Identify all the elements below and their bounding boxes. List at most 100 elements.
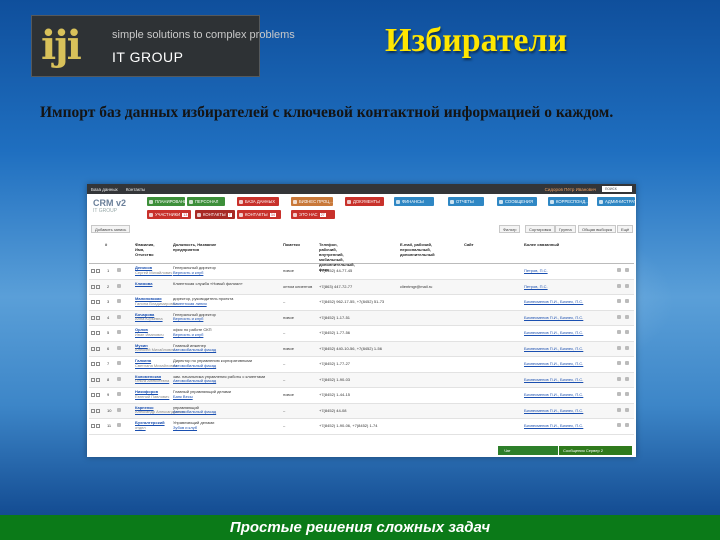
nav-tab-10[interactable]: АДМИНИСТРАТОР bbox=[597, 197, 635, 206]
table-row[interactable]: 8 Коломенская Ольга Алексеевна зам. начальн… bbox=[89, 372, 634, 388]
related-link[interactable]: Бизнесменов П.И., Бизнес, П.С. bbox=[524, 361, 583, 367]
organization-link[interactable]: Верность и клуб bbox=[173, 316, 216, 322]
delete-icon[interactable] bbox=[617, 345, 621, 350]
organization-link[interactable]: Банк Весы bbox=[173, 394, 231, 400]
table-row[interactable]: 10 Карпенко Александр Александрович управля… bbox=[89, 403, 634, 419]
add-record-button[interactable]: Добавить запись bbox=[91, 225, 131, 233]
contact-name[interactable]: Коломенская Ольга Алексеевна bbox=[135, 374, 169, 384]
subnav-tab-1[interactable]: УЧАСТНИКИ 13 bbox=[147, 210, 191, 219]
options-icon[interactable] bbox=[625, 345, 629, 350]
col-notes[interactable]: Пометки bbox=[283, 242, 300, 247]
delete-icon[interactable] bbox=[617, 376, 621, 381]
delete-icon[interactable] bbox=[617, 283, 621, 288]
subnav-tab-2[interactable]: КОНТАКТЫ 7 bbox=[195, 210, 235, 219]
related-link[interactable]: Петров, П.С. bbox=[524, 284, 548, 290]
edit-icon[interactable] bbox=[117, 407, 121, 412]
options-icon[interactable] bbox=[625, 268, 629, 272]
options-icon[interactable] bbox=[625, 314, 629, 319]
group-button[interactable]: Группа bbox=[555, 225, 576, 233]
related-link[interactable]: Бизнесменов П.И., Бизнес, П.С. bbox=[524, 299, 583, 305]
delete-icon[interactable] bbox=[617, 268, 621, 272]
edit-icon[interactable] bbox=[117, 345, 121, 350]
related-link[interactable]: Бизнесменов П.И., Бизнес, П.С. bbox=[524, 330, 583, 336]
row-checkbox[interactable] bbox=[91, 377, 101, 384]
delete-icon[interactable] bbox=[617, 314, 621, 319]
table-row[interactable]: 11 Бухгалтерский отдел Управляющий делами Зу… bbox=[89, 419, 634, 435]
edit-icon[interactable] bbox=[117, 268, 121, 272]
row-checkbox[interactable] bbox=[91, 346, 101, 353]
delete-icon[interactable] bbox=[617, 299, 621, 303]
col-site[interactable]: Сайт bbox=[464, 242, 474, 247]
col-related[interactable]: Более связанный bbox=[524, 242, 559, 247]
row-checkbox[interactable] bbox=[91, 284, 101, 291]
topbar-item-database[interactable]: База данных bbox=[91, 187, 118, 192]
options-icon[interactable] bbox=[625, 283, 629, 288]
nav-tab-8[interactable]: СООБЩЕНИЯ bbox=[497, 197, 537, 206]
table-row[interactable]: 6 Мухин Алексей Михайлович Главный инженер А… bbox=[89, 341, 634, 357]
row-checkbox[interactable] bbox=[91, 393, 101, 399]
organization-link[interactable]: Клиентская линия bbox=[173, 301, 233, 307]
options-icon[interactable] bbox=[625, 423, 629, 427]
table-row[interactable]: 5 Орлов Иван Иванович офис по работе СКП Вер… bbox=[89, 326, 634, 342]
nav-tab-5[interactable]: ДОКУМЕНТЫ bbox=[345, 197, 384, 206]
related-link[interactable]: Бизнесменов П.И., Бизнес, П.С. bbox=[524, 377, 583, 383]
edit-icon[interactable] bbox=[117, 361, 121, 365]
options-icon[interactable] bbox=[625, 376, 629, 381]
table-row[interactable]: 9 Никифоров Евгений Павлович Главный управл… bbox=[89, 388, 634, 404]
nav-tab-7[interactable]: ОТЧЕТЫ bbox=[448, 197, 484, 206]
edit-icon[interactable] bbox=[117, 283, 121, 288]
organization-link[interactable]: Автомобильный фасад bbox=[173, 409, 216, 415]
organization-link[interactable]: Верность и клуб bbox=[173, 332, 211, 338]
options-icon[interactable] bbox=[625, 299, 629, 303]
search-input[interactable]: поиск bbox=[602, 186, 632, 192]
nav-tab-1[interactable]: ПЛАНИРОВАНИЕ bbox=[147, 197, 185, 206]
row-checkbox[interactable] bbox=[91, 408, 101, 415]
delete-icon[interactable] bbox=[617, 423, 621, 427]
delete-icon[interactable] bbox=[617, 361, 621, 365]
table-row[interactable]: 3 Малиновская Галина Владимировна директор,… bbox=[89, 295, 634, 311]
delete-icon[interactable] bbox=[617, 392, 621, 396]
related-link[interactable]: Бизнесменов П.И., Бизнес, П.С. bbox=[524, 408, 583, 414]
edit-icon[interactable] bbox=[117, 392, 121, 396]
edit-icon[interactable] bbox=[117, 423, 121, 427]
table-row[interactable]: 1 Денисов Сергей Михайлович Генеральный дир… bbox=[89, 264, 634, 280]
row-checkbox[interactable] bbox=[91, 362, 101, 368]
organization-link[interactable]: Автомобильный фасад bbox=[173, 363, 252, 369]
options-icon[interactable] bbox=[625, 407, 629, 412]
related-link[interactable]: Бизнесменов П.И., Бизнес, П.С. bbox=[524, 346, 583, 352]
subnav-tab-3[interactable]: КОНТАКТЫ 34 bbox=[237, 210, 281, 219]
topbar-item-contacts[interactable]: Контакты bbox=[126, 187, 145, 192]
row-checkbox[interactable] bbox=[91, 424, 101, 430]
selection-button[interactable]: Общая выборка bbox=[578, 225, 616, 233]
nav-tab-2[interactable]: ПЕРСОНАЛ bbox=[187, 197, 225, 206]
contact-name[interactable]: Бочарова Анна Юрьевна bbox=[135, 312, 163, 322]
contact-name[interactable]: Малиновская Галина Владимировна bbox=[135, 296, 177, 306]
contact-name[interactable]: Бухгалтерский отдел bbox=[135, 420, 165, 430]
contact-name[interactable]: Галкина Светлана Михайловна bbox=[135, 358, 177, 368]
related-link[interactable]: Бизнесменов П.И., Бизнес, П.С. bbox=[524, 392, 583, 398]
related-link[interactable]: Петров, П.С. bbox=[524, 268, 548, 274]
row-checkbox[interactable] bbox=[91, 300, 101, 306]
table-row[interactable]: 2 Климова Клиентская служба «Новый филиал»… bbox=[89, 279, 634, 295]
row-checkbox[interactable] bbox=[91, 269, 101, 275]
edit-icon[interactable] bbox=[117, 299, 121, 303]
contact-surname[interactable]: Климова bbox=[135, 281, 152, 286]
row-checkbox[interactable] bbox=[91, 315, 101, 322]
options-icon[interactable] bbox=[625, 361, 629, 365]
contact-name[interactable]: Денисов Сергей Михайлович bbox=[135, 265, 172, 275]
contact-email[interactable]: clientmgr@mail.ru bbox=[400, 284, 432, 290]
contact-name[interactable]: Мухин Алексей Михайлович bbox=[135, 343, 175, 353]
table-row[interactable]: 4 Бочарова Анна Юрьевна Генеральный директо… bbox=[89, 310, 634, 326]
more-button[interactable]: Ещё bbox=[617, 225, 634, 233]
related-link[interactable]: Бизнесменов П.И., Бизнес, П.С. bbox=[524, 315, 583, 321]
edit-icon[interactable] bbox=[117, 314, 121, 319]
nav-tab-9[interactable]: КОРРЕСПОНД... bbox=[548, 197, 588, 206]
subnav-tab-4[interactable]: ЭТО НАС 27 bbox=[291, 210, 335, 219]
nav-tab-4[interactable]: БИЗНЕС ПРОЦ... bbox=[291, 197, 333, 206]
chat-bar[interactable]: Чат bbox=[498, 446, 558, 455]
edit-icon[interactable] bbox=[117, 376, 121, 381]
contact-name[interactable]: Климова bbox=[135, 281, 152, 287]
contact-name[interactable]: Орлов Иван Иванович bbox=[135, 327, 164, 337]
filter-button[interactable]: Фильтр bbox=[499, 225, 521, 233]
edit-icon[interactable] bbox=[117, 330, 121, 334]
